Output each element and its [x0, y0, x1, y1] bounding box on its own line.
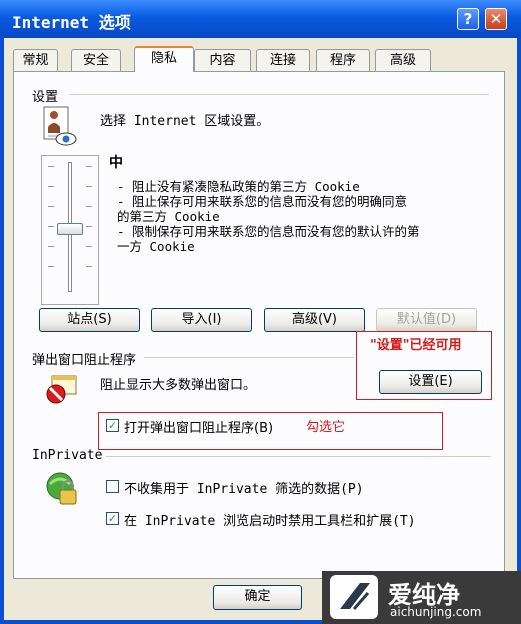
- ok-button[interactable]: 确定: [213, 585, 302, 610]
- default-button[interactable]: 默认值(D): [376, 308, 477, 332]
- settings-divider: [69, 94, 489, 95]
- inprivate-divider: [106, 456, 491, 457]
- privacy-slider[interactable]: [41, 155, 99, 305]
- tab-advanced[interactable]: 高级: [375, 49, 431, 71]
- desc-line: - 限制保存可用来联系您的信息而没有您的默认许的第: [117, 224, 420, 239]
- popup-blocker-checkbox[interactable]: ✓: [106, 419, 119, 432]
- import-button[interactable]: 导入(I): [151, 308, 252, 332]
- watermark-logo-icon: [330, 575, 378, 619]
- inprivate-icon: [44, 470, 80, 514]
- dialog-body: 常规 安全 隐私 内容 连接 程序 高级 设置 选择 Internet 区域设置…: [4, 38, 517, 620]
- desc-line: - 阻止保存可用来联系您的信息而没有您的明确同意: [117, 194, 408, 209]
- window-title: Internet 选项: [12, 13, 131, 32]
- tab-privacy[interactable]: 隐私: [134, 46, 194, 72]
- advanced-button[interactable]: 高级(V): [264, 308, 365, 332]
- popup-divider: [144, 357, 354, 358]
- annotation-check-it: 勾选它: [306, 420, 346, 435]
- sites-button[interactable]: 站点(S): [39, 308, 140, 332]
- slider-thumb[interactable]: [57, 223, 83, 235]
- tab-general[interactable]: 常规: [13, 49, 58, 71]
- close-button[interactable]: ✕: [485, 8, 507, 30]
- popup-settings-button[interactable]: 设置(E): [379, 370, 482, 394]
- tab-connections[interactable]: 连接: [256, 49, 310, 71]
- desc-line: 的第三方 Cookie: [117, 209, 220, 224]
- inprivate-disable-toolbars-label[interactable]: 在 InPrivate 浏览启动时禁用工具栏和扩展(T): [124, 510, 416, 529]
- inprivate-section-label: InPrivate: [32, 448, 103, 463]
- watermark: 爱纯净 aichunjing.com: [322, 571, 521, 624]
- privacy-description: - 阻止没有紧凑隐私政策的第三方 Cookie - 阻止保存可用来联系您的信息而…: [117, 179, 420, 254]
- inprivate-no-collect-checkbox[interactable]: ✓: [106, 480, 119, 493]
- privacy-level-label: 中: [109, 155, 123, 171]
- privacy-panel: 设置 选择 Internet 区域设置。 中 - 阻止没有紧凑隐私政策的第三方 …: [13, 71, 505, 579]
- inprivate-no-collect-label[interactable]: 不收集用于 InPrivate 筛选的数据(P): [124, 478, 364, 497]
- title-bar[interactable]: Internet 选项 ? ✕: [0, 0, 521, 38]
- inprivate-disable-toolbars-checkbox[interactable]: ✓: [106, 512, 119, 525]
- popup-description: 阻止显示大多数弹出窗口。: [100, 378, 257, 393]
- desc-line: - 阻止没有紧凑隐私政策的第三方 Cookie: [117, 179, 360, 194]
- popup-section-label: 弹出窗口阻止程序: [32, 353, 137, 368]
- slider-ticks-right: [86, 166, 92, 286]
- dialog-window: Internet 选项 ? ✕ 常规 安全 隐私 内容 连接 程序 高级 设置: [0, 0, 521, 624]
- help-button[interactable]: ?: [457, 8, 479, 30]
- zone-settings-icon: [42, 105, 78, 153]
- settings-section-label: 设置: [32, 90, 59, 105]
- zone-settings-text: 选择 Internet 区域设置。: [100, 114, 270, 129]
- popup-blocker-icon: [44, 374, 78, 410]
- watermark-url: aichunjing.com: [390, 605, 482, 619]
- slider-ticks-left: [48, 166, 54, 286]
- tab-content[interactable]: 内容: [194, 49, 251, 71]
- popup-blocker-checkbox-label[interactable]: 打开弹出窗口阻止程序(B): [124, 417, 273, 436]
- tab-programs[interactable]: 程序: [316, 49, 370, 71]
- desc-line: 一方 Cookie: [117, 239, 195, 254]
- tab-security[interactable]: 安全: [71, 49, 121, 71]
- annotation-settings-available: "设置"已经可用: [370, 338, 462, 353]
